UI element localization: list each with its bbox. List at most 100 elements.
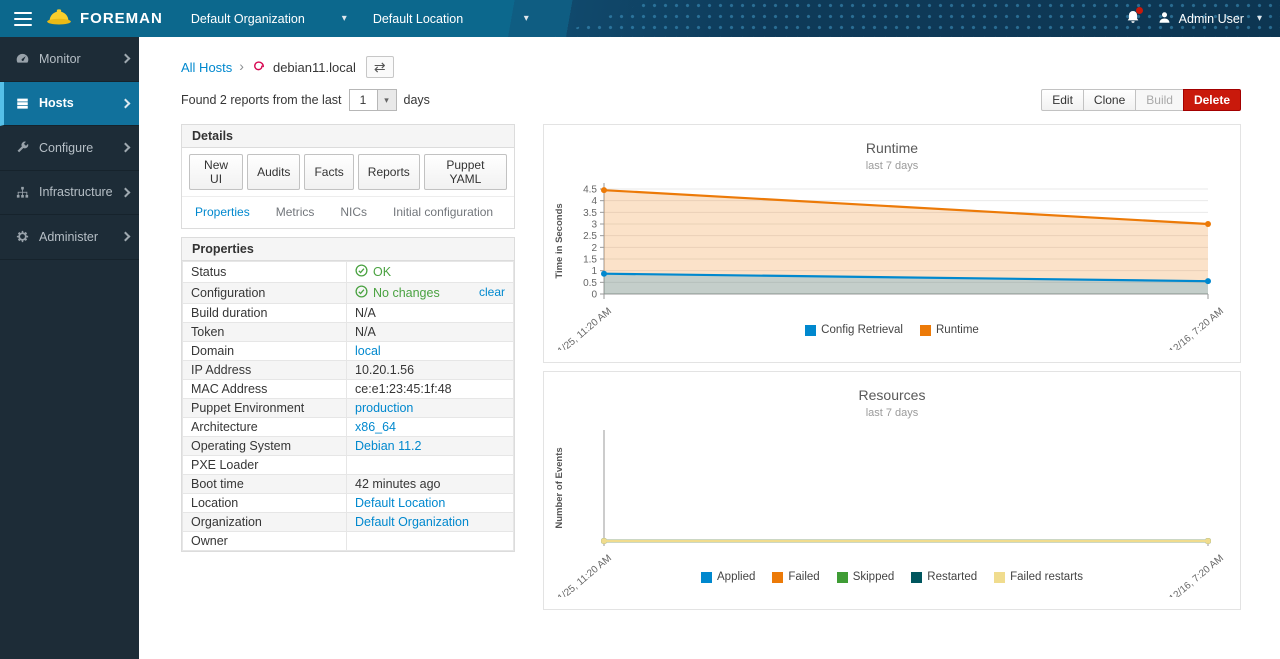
svg-text:4: 4: [591, 196, 597, 207]
brand-logo[interactable]: FOREMAN: [46, 8, 163, 29]
svg-text:0: 0: [591, 290, 597, 301]
hardhat-icon: [46, 8, 72, 29]
property-value: Default Location: [347, 494, 514, 513]
property-label: Status: [183, 262, 347, 283]
sidebar-item-monitor[interactable]: Monitor: [0, 37, 139, 82]
domain-link[interactable]: local: [355, 344, 381, 358]
property-row-owner: Owner: [183, 532, 514, 551]
user-menu[interactable]: Admin User: [1157, 10, 1262, 28]
puppet-environment-link[interactable]: production: [355, 401, 413, 415]
clone-button[interactable]: Clone: [1083, 89, 1136, 111]
value-text: ce:e1:23:45:1f:48: [355, 382, 452, 396]
legend-item-restarted[interactable]: Restarted: [911, 571, 977, 583]
skipped-swatch: [837, 572, 848, 583]
property-value: x86_64: [347, 418, 514, 437]
sidebar-item-configure[interactable]: Configure: [0, 126, 139, 171]
legend-item-applied[interactable]: Applied: [701, 571, 755, 583]
property-value: production: [347, 399, 514, 418]
value-text: 10.20.1.56: [355, 363, 414, 377]
property-row-architecture: Architecture x86_64: [183, 418, 514, 437]
legend-item-failed-restarts[interactable]: Failed restarts: [994, 571, 1083, 583]
property-label: Operating System: [183, 437, 347, 456]
audits-button[interactable]: Audits: [247, 154, 300, 190]
value-text: 42 minutes ago: [355, 477, 440, 491]
notifications-button[interactable]: [1125, 9, 1141, 28]
property-row-location: Location Default Location: [183, 494, 514, 513]
reports-button[interactable]: Reports: [358, 154, 420, 190]
server-icon: [15, 96, 30, 111]
breadcrumb-all-hosts-link[interactable]: All Hosts: [181, 60, 232, 75]
reports-days-label: days: [404, 93, 430, 107]
property-row-configuration: ConfigurationNo changesclear: [183, 283, 514, 304]
sitemap-icon: [15, 185, 30, 200]
details-panel: Details New UIAuditsFactsReportsPuppet Y…: [181, 124, 515, 229]
property-value: 42 minutes ago: [347, 475, 514, 494]
property-row-pxe-loader: PXE Loader: [183, 456, 514, 475]
clear-button[interactable]: clear: [479, 285, 505, 299]
check-circle-icon: [355, 285, 368, 301]
status-ok-value: No changes: [355, 285, 440, 301]
legend-item-failed[interactable]: Failed: [772, 571, 819, 583]
property-label: IP Address: [183, 361, 347, 380]
puppet-yaml-button[interactable]: Puppet YAML: [424, 154, 507, 190]
legend-item-config-retrieval[interactable]: Config Retrieval: [805, 324, 903, 336]
svg-text:3.5: 3.5: [583, 208, 597, 219]
sidebar-item-infrastructure[interactable]: Infrastructure: [0, 171, 139, 216]
svg-text:0.5: 0.5: [583, 278, 597, 289]
chevron-right-icon: [121, 143, 131, 153]
hamburger-menu-button[interactable]: [0, 0, 46, 37]
organization-link[interactable]: Default Organization: [355, 515, 469, 529]
main-content: All Hosts › debian11.local ⇄ Found 2 rep…: [139, 37, 1280, 659]
property-label: Puppet Environment: [183, 399, 347, 418]
property-label: MAC Address: [183, 380, 347, 399]
property-row-puppet-environment: Puppet Environment production: [183, 399, 514, 418]
value-text: N/A: [355, 325, 376, 339]
location-link[interactable]: Default Location: [355, 496, 445, 510]
facts-button[interactable]: Facts: [304, 154, 353, 190]
build-button[interactable]: Build: [1135, 89, 1184, 111]
resources-chart-title: Resources: [544, 387, 1240, 403]
sidebar-item-label: Monitor: [39, 52, 81, 66]
organization-selector[interactable]: Default Organization: [185, 3, 353, 35]
edit-button[interactable]: Edit: [1041, 89, 1084, 111]
host-switcher-button[interactable]: ⇄: [366, 56, 394, 78]
report-days-select[interactable]: 1 ▾: [349, 89, 397, 111]
tab-initial-configuration[interactable]: Initial configuration: [393, 205, 493, 219]
tab-metrics[interactable]: Metrics: [276, 205, 315, 219]
legend-item-runtime[interactable]: Runtime: [920, 324, 979, 336]
chevron-right-icon: [121, 187, 131, 197]
tab-nics[interactable]: NICs: [340, 205, 367, 219]
details-panel-title: Details: [182, 125, 514, 148]
property-label: Architecture: [183, 418, 347, 437]
status-ok-value: OK: [355, 264, 391, 280]
properties-panel: Properties StatusOKConfigurationNo chang…: [181, 237, 515, 552]
property-row-status: Status OK: [183, 262, 514, 283]
delete-button[interactable]: Delete: [1183, 89, 1241, 111]
user-name: Admin User: [1179, 12, 1244, 26]
sidebar: Monitor Hosts Configure InfrastructureAdmin…: [0, 37, 139, 659]
resources-chart-panel: Resources last 7 days Number of Events11…: [543, 371, 1241, 610]
sidebar-item-hosts[interactable]: Hosts: [0, 82, 139, 127]
applied-swatch: [701, 572, 712, 583]
property-label: PXE Loader: [183, 456, 347, 475]
property-value: [347, 456, 514, 475]
property-value: local: [347, 342, 514, 361]
sidebar-item-label: Configure: [39, 141, 93, 155]
top-navbar: FOREMAN Default Organization Default Loc…: [0, 0, 1280, 37]
architecture-link[interactable]: x86_64: [355, 420, 396, 434]
property-label: Build duration: [183, 304, 347, 323]
toolbar: Found 2 reports from the last 1 ▾ days E…: [139, 80, 1280, 111]
property-row-mac-address: MAC Address ce:e1:23:45:1f:48: [183, 380, 514, 399]
location-selector[interactable]: Default Location: [367, 3, 535, 35]
sidebar-item-administer[interactable]: Administer: [0, 215, 139, 260]
property-row-boot-time: Boot time42 minutes ago: [183, 475, 514, 494]
svg-text:2.5: 2.5: [583, 231, 597, 242]
check-circle-icon: [355, 264, 368, 280]
tab-properties[interactable]: Properties: [195, 205, 250, 219]
property-row-organization: OrganizationDefault Organization: [183, 513, 514, 532]
legend-item-skipped[interactable]: Skipped: [837, 571, 895, 583]
property-label: Location: [183, 494, 347, 513]
new-ui-button[interactable]: New UI: [189, 154, 243, 190]
operating-system-link[interactable]: Debian 11.2: [355, 439, 422, 453]
report-days-value: 1: [350, 90, 377, 110]
